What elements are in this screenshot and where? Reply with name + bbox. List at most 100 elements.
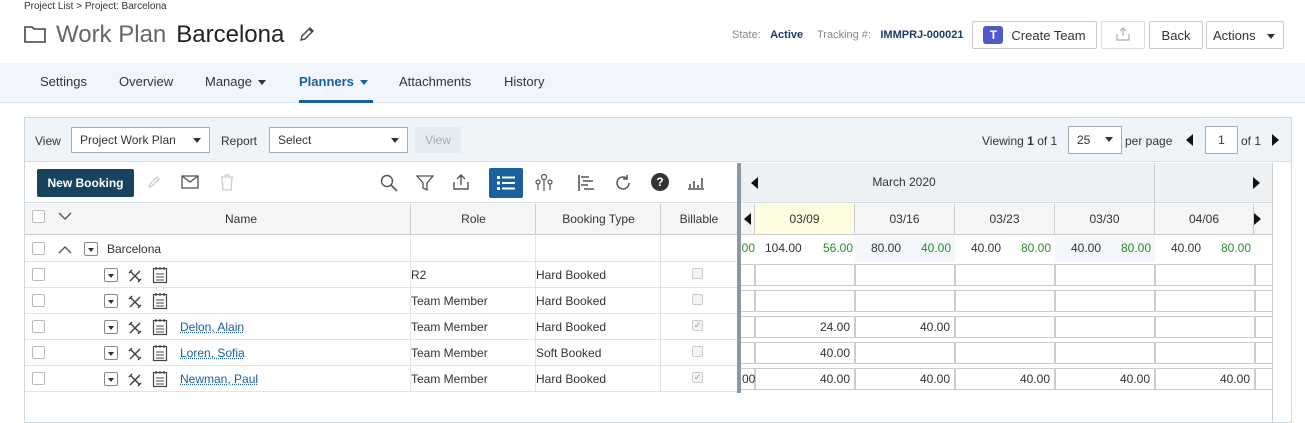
billable-checkbox[interactable]: ✓ xyxy=(692,320,703,331)
booking-cell-partial[interactable] xyxy=(741,290,755,312)
booking-cell[interactable] xyxy=(1055,290,1155,312)
resource-name-link[interactable]: Delon, Alain xyxy=(180,314,244,340)
resource-tools-icon[interactable] xyxy=(128,269,142,283)
booking-cell[interactable]: 40.00 xyxy=(955,368,1055,390)
week-column-header[interactable]: 03/30 xyxy=(1055,204,1155,235)
tab-overview[interactable]: Overview xyxy=(119,63,173,103)
booking-cell[interactable]: 40.00 xyxy=(1155,368,1255,390)
notes-icon[interactable] xyxy=(152,266,168,284)
team-structure-icon[interactable] xyxy=(534,174,554,192)
booking-cell[interactable] xyxy=(755,290,855,312)
booking-cell[interactable] xyxy=(1155,316,1255,338)
tab-history[interactable]: History xyxy=(504,63,544,103)
billable-checkbox[interactable] xyxy=(692,346,703,357)
booking-cell[interactable]: 40.00 xyxy=(755,368,855,390)
notes-icon[interactable] xyxy=(152,370,168,388)
refresh-icon[interactable] xyxy=(614,174,632,192)
resource-tools-icon[interactable] xyxy=(128,321,142,335)
row-checkbox[interactable] xyxy=(32,320,45,333)
row-checkbox[interactable] xyxy=(32,268,45,281)
delete-icon[interactable] xyxy=(219,174,235,191)
booking-cell[interactable]: 40.00 xyxy=(1055,368,1155,390)
booking-cell[interactable] xyxy=(1055,342,1155,364)
booking-cell[interactable] xyxy=(1055,264,1155,286)
resource-tools-icon[interactable] xyxy=(128,373,142,387)
booking-cell[interactable] xyxy=(955,290,1055,312)
timeline-prev-week-icon[interactable] xyxy=(744,213,751,225)
row-checkbox[interactable] xyxy=(32,294,45,307)
booking-cell[interactable] xyxy=(1055,316,1155,338)
chevron-up-icon[interactable] xyxy=(58,245,72,254)
booking-cell[interactable] xyxy=(855,264,955,286)
booking-cell-partial[interactable]: 00 xyxy=(741,368,755,390)
column-header-billable[interactable]: Billable xyxy=(660,204,737,235)
tab-attachments[interactable]: Attachments xyxy=(399,63,471,103)
tab-settings[interactable]: Settings xyxy=(40,63,87,103)
booking-cell[interactable] xyxy=(1155,290,1255,312)
billable-checkbox[interactable] xyxy=(692,268,703,279)
row-checkbox[interactable] xyxy=(32,242,45,255)
booking-cell[interactable]: 40.00 xyxy=(855,316,955,338)
help-icon[interactable]: ? xyxy=(651,173,669,191)
actions-dropdown[interactable]: Actions xyxy=(1206,21,1284,49)
booking-cell[interactable] xyxy=(855,342,955,364)
booking-cell-partial[interactable] xyxy=(741,316,755,338)
booking-cell[interactable]: 40.00 xyxy=(755,342,855,364)
resource-name-link[interactable]: Loren, Sofia xyxy=(180,340,245,366)
chevron-down-icon[interactable] xyxy=(58,212,72,221)
tab-manage[interactable]: Manage xyxy=(205,63,266,103)
back-button[interactable]: Back xyxy=(1149,21,1203,49)
booking-cell-partial[interactable] xyxy=(1255,290,1272,312)
timeline-next-week-icon[interactable] xyxy=(1254,213,1261,225)
timeline-next-month-icon[interactable] xyxy=(1253,177,1260,189)
booking-cell-partial[interactable] xyxy=(741,342,755,364)
column-header-name[interactable]: Name xyxy=(71,204,411,235)
column-header-role[interactable]: Role xyxy=(410,204,536,235)
view-report-button[interactable]: View xyxy=(415,127,461,153)
list-view-icon[interactable] xyxy=(489,168,523,198)
select-all-checkbox[interactable] xyxy=(32,210,45,223)
week-column-header[interactable]: 03/09 xyxy=(755,204,855,235)
booking-cell[interactable] xyxy=(1155,342,1255,364)
booking-cell[interactable]: 40.00 xyxy=(855,368,955,390)
row-menu-dropdown[interactable] xyxy=(104,346,118,360)
prev-page-icon[interactable] xyxy=(1186,134,1193,146)
edit-pencil-icon[interactable] xyxy=(298,25,316,46)
week-column-header[interactable]: 04/06 xyxy=(1155,204,1254,235)
booking-cell-partial[interactable] xyxy=(1255,342,1272,364)
resource-tools-icon[interactable] xyxy=(128,295,142,309)
column-header-booking-type[interactable]: Booking Type xyxy=(535,204,661,235)
booking-cell[interactable]: 24.00 xyxy=(755,316,855,338)
week-column-header[interactable]: 03/16 xyxy=(855,204,955,235)
timeline-week-prev-cell[interactable] xyxy=(741,204,755,235)
page-number-input[interactable]: 1 xyxy=(1205,126,1238,154)
booking-cell-partial[interactable] xyxy=(741,264,755,286)
booking-cell[interactable] xyxy=(755,264,855,286)
per-page-select[interactable]: 25 xyxy=(1068,126,1122,154)
row-menu-dropdown[interactable] xyxy=(104,372,118,386)
row-checkbox[interactable] xyxy=(32,346,45,359)
booking-cell[interactable] xyxy=(955,264,1055,286)
booking-cell-partial[interactable] xyxy=(1255,264,1272,286)
booking-cell[interactable] xyxy=(955,342,1055,364)
row-menu-dropdown[interactable] xyxy=(104,294,118,308)
billable-checkbox[interactable] xyxy=(692,294,703,305)
notes-icon[interactable] xyxy=(152,344,168,362)
tab-planners[interactable]: Planners xyxy=(299,63,373,103)
breadcrumb[interactable]: Project List > Project: Barcelona xyxy=(24,1,167,12)
chart-icon[interactable] xyxy=(687,176,705,190)
notes-icon[interactable] xyxy=(152,292,168,310)
edit-icon[interactable] xyxy=(146,174,162,190)
timeline-week-next-cell[interactable] xyxy=(1254,204,1272,235)
filter-icon[interactable] xyxy=(416,174,434,192)
export-icon[interactable] xyxy=(452,173,470,191)
new-booking-button[interactable]: New Booking xyxy=(37,169,134,197)
mail-icon[interactable] xyxy=(181,175,199,189)
resource-name-link[interactable]: Newman, Paul xyxy=(180,366,258,392)
create-team-button[interactable]: T Create Team xyxy=(972,21,1097,49)
view-select[interactable]: Project Work Plan xyxy=(71,127,210,153)
booking-cell[interactable] xyxy=(1155,264,1255,286)
billable-checkbox[interactable]: ✓ xyxy=(692,372,703,383)
row-checkbox[interactable] xyxy=(32,372,45,385)
booking-cell[interactable] xyxy=(855,290,955,312)
